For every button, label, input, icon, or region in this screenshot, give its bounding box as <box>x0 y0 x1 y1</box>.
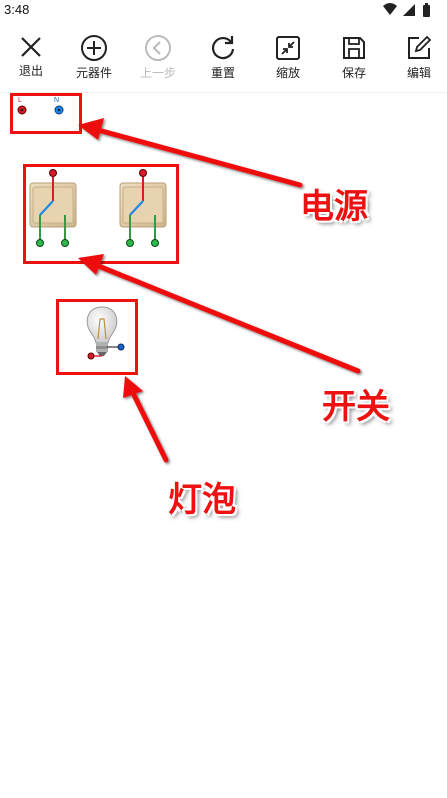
shrink-icon <box>276 36 300 60</box>
status-bar: 3:48 <box>0 0 447 20</box>
edit-button[interactable]: 编辑 <box>388 28 447 86</box>
save-label: 保存 <box>341 66 366 80</box>
refresh-icon <box>211 36 235 60</box>
components-label: 元器件 <box>75 66 112 80</box>
toolbar: 退出 元器件 上一步 重置 缩放 保存 编辑 <box>0 28 447 88</box>
annotation-switch-label: 开关 <box>322 387 390 427</box>
save-icon <box>343 37 365 59</box>
arrow-bulb <box>123 376 169 463</box>
save-button[interactable]: 保存 <box>323 28 385 86</box>
back-circle-icon <box>145 35 171 61</box>
switch-1[interactable] <box>28 169 78 249</box>
close-icon <box>21 37 41 57</box>
power-source[interactable]: L N <box>14 96 74 120</box>
reset-button[interactable]: 重置 <box>192 28 254 86</box>
switch-1-graphic <box>29 169 77 247</box>
annotation-power-label: 电源 <box>300 187 368 227</box>
undo-button[interactable]: 上一步 <box>127 28 189 86</box>
components-button[interactable]: 元器件 <box>63 28 125 86</box>
edit-icon <box>408 35 432 59</box>
signal-icon <box>403 4 415 16</box>
edit-label: 编辑 <box>406 66 431 80</box>
zoom-label: 缩放 <box>275 66 300 80</box>
switch-2-graphic <box>119 169 167 247</box>
exit-button[interactable]: 退出 <box>0 28 62 86</box>
light-bulb[interactable] <box>82 305 128 369</box>
reset-label: 重置 <box>210 66 235 80</box>
plus-circle-icon <box>81 35 107 61</box>
status-icons <box>383 3 430 17</box>
circuit-canvas[interactable]: L N 电源 开关 灯泡 <box>0 93 447 798</box>
power-terminals <box>17 105 64 115</box>
undo-label: 上一步 <box>139 66 176 80</box>
switch-2[interactable] <box>118 169 168 249</box>
exit-label: 退出 <box>18 64 43 78</box>
status-time: 3:48 <box>4 2 30 17</box>
zoom-button[interactable]: 缩放 <box>257 28 319 86</box>
light-bulb-icon <box>86 306 125 360</box>
wifi-icon <box>383 3 397 15</box>
annotation-bulb-label: 灯泡 <box>168 480 236 520</box>
battery-icon <box>423 3 430 17</box>
